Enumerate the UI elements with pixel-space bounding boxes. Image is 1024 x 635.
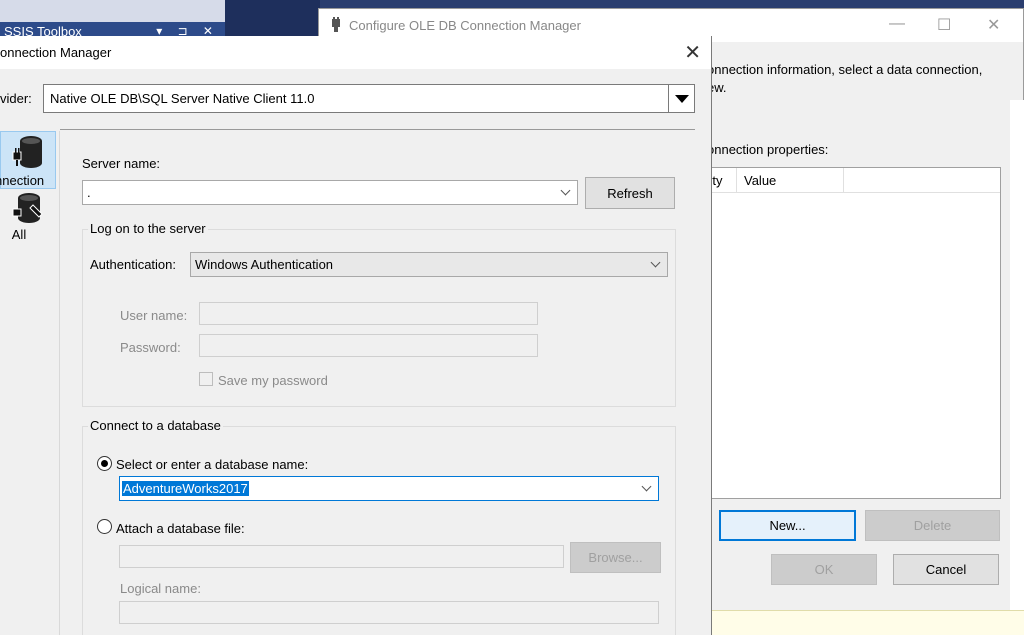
sidebar-item-all[interactable]: All (0, 191, 56, 243)
password-label: Password: (120, 340, 181, 355)
username-label: User name: (120, 308, 188, 323)
divider (60, 129, 695, 130)
logical-name-input[interactable] (119, 601, 659, 624)
grid-col-value[interactable]: Value (744, 173, 776, 188)
logon-group-caption: Log on to the server (88, 221, 208, 236)
authentication-value: Windows Authentication (195, 257, 334, 272)
delete-button[interactable]: Delete (865, 510, 1000, 541)
connection-properties-label: onnection properties: (707, 142, 829, 157)
sidebar-connection-label: nnection (0, 173, 45, 188)
chevron-down-icon[interactable] (560, 185, 571, 196)
database-connection-icon (12, 136, 42, 168)
dropdown-arrow-icon[interactable] (668, 85, 694, 112)
connection-manager-title: onnection Manager (0, 45, 112, 60)
database-name-combo[interactable]: AdventureWorks2017 (119, 476, 659, 501)
cancel-button[interactable]: Cancel (893, 554, 999, 585)
chevron-down-icon[interactable] (641, 481, 652, 492)
provider-value: Native OLE DB\SQL Server Native Client 1… (50, 91, 315, 106)
close-icon[interactable]: ✕ (684, 40, 701, 65)
connection-manager-dialog: onnection Manager ✕ vider: Native OLE DB… (0, 36, 712, 635)
background-panel (712, 610, 1024, 635)
minimize-icon[interactable]: — (889, 15, 905, 33)
ok-button[interactable]: OK (771, 554, 877, 585)
connection-properties-grid[interactable]: rty Value (689, 167, 1001, 499)
password-input[interactable] (199, 334, 538, 357)
configure-description: onnection information, select a data con… (707, 62, 983, 95)
connection-manager-titlebar: onnection Manager ✕ (0, 36, 711, 69)
sidebar: nnection All (0, 131, 60, 635)
provider-label: vider: (0, 91, 32, 106)
attach-db-file-input[interactable] (119, 545, 564, 568)
provider-select[interactable]: Native OLE DB\SQL Server Native Client 1… (43, 84, 695, 113)
grid-header: rty Value (690, 168, 1000, 193)
select-db-label: Select or enter a database name: (116, 457, 309, 472)
chevron-down-icon[interactable] (650, 257, 661, 268)
save-password-checkbox[interactable] (199, 372, 213, 386)
logical-name-label: Logical name: (120, 581, 201, 596)
refresh-button[interactable]: Refresh (585, 177, 675, 209)
server-name-value: . (87, 185, 91, 200)
server-name-label: Server name: (82, 156, 161, 171)
sidebar-item-connection[interactable]: nnection (0, 131, 56, 189)
vs-toolbar (0, 0, 230, 22)
username-input[interactable] (199, 302, 538, 325)
save-password-label: Save my password (218, 373, 328, 388)
new-button[interactable]: New... (719, 510, 856, 541)
select-db-radio[interactable] (97, 456, 112, 471)
sidebar-all-label: All (11, 227, 27, 242)
attach-db-radio[interactable] (97, 519, 112, 534)
attach-db-label: Attach a database file: (116, 521, 245, 536)
browse-button[interactable]: Browse... (570, 542, 661, 573)
authentication-label: Authentication: (90, 257, 177, 272)
background-strip (1010, 100, 1024, 630)
database-group-caption: Connect to a database (88, 418, 223, 433)
server-name-combo[interactable]: . (82, 180, 578, 205)
close-icon[interactable]: ✕ (987, 15, 1000, 35)
maximize-icon[interactable]: ☐ (937, 15, 951, 35)
database-wrench-icon (12, 193, 43, 223)
configure-dialog-title: Configure OLE DB Connection Manager (349, 18, 581, 33)
authentication-select[interactable]: Windows Authentication (190, 252, 668, 277)
plug-icon (332, 17, 340, 32)
database-name-value: AdventureWorks2017 (122, 481, 249, 496)
